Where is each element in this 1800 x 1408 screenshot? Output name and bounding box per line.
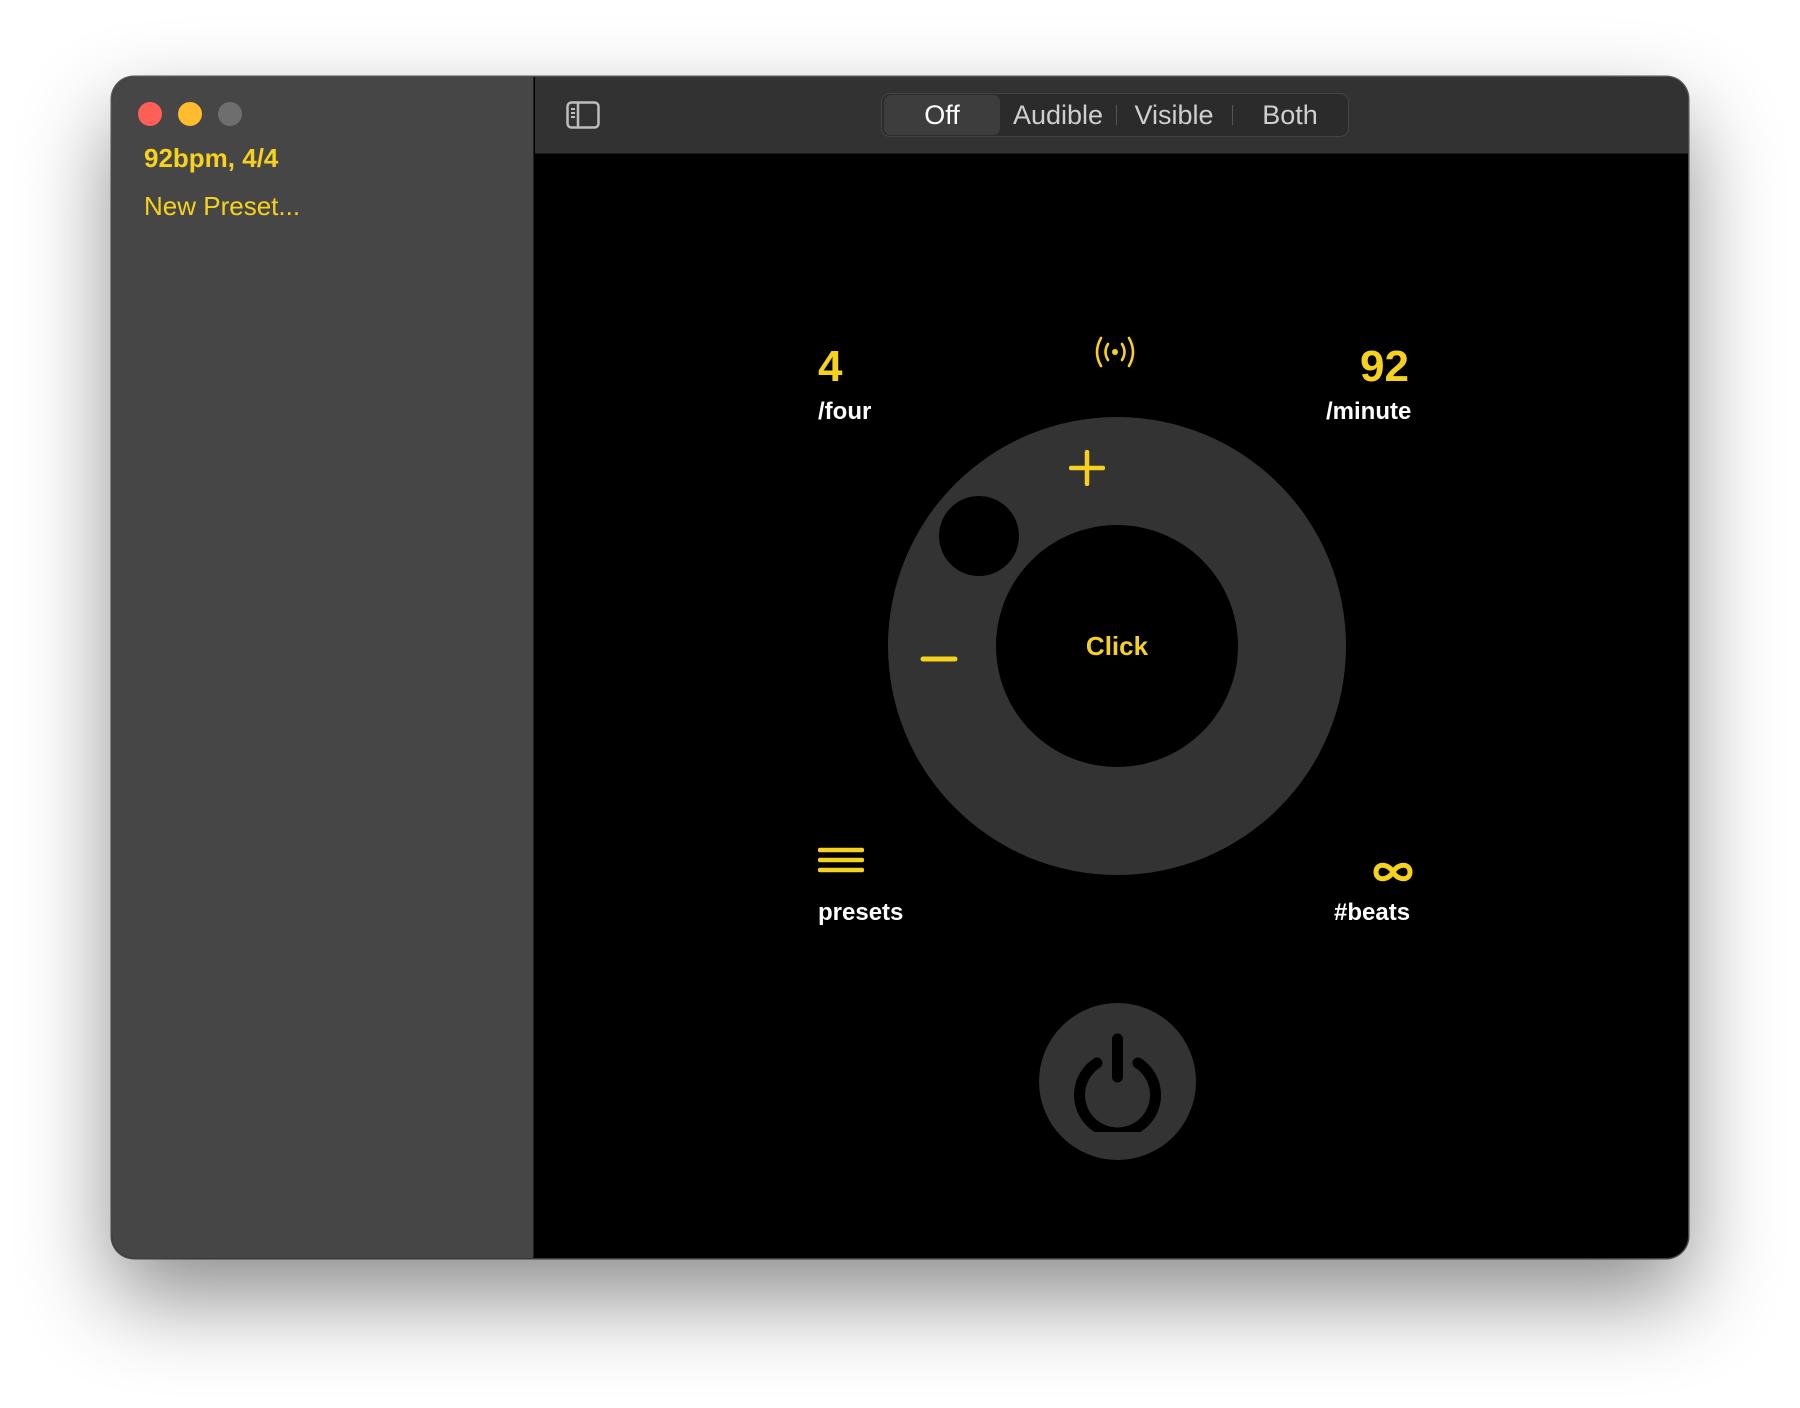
menu-icon[interactable] xyxy=(818,846,864,876)
mode-both-segment[interactable]: Both xyxy=(1232,95,1348,135)
presets-label[interactable]: presets xyxy=(818,899,903,927)
sidebar: 92bpm, 4/4 New Preset... xyxy=(112,77,534,1258)
beat-indicator xyxy=(939,496,1019,576)
sidebar-item-new-preset[interactable]: New Preset... xyxy=(144,191,300,222)
tempo-label: /minute xyxy=(1326,398,1412,425)
infinity-icon[interactable] xyxy=(1372,859,1414,885)
broadcast-icon[interactable] xyxy=(1090,334,1140,370)
power-button[interactable] xyxy=(1039,1003,1196,1160)
zoom-window-button[interactable] xyxy=(218,102,242,126)
sidebar-toggle-button[interactable] xyxy=(566,101,600,129)
mode-visible-segment[interactable]: Visible xyxy=(1116,95,1232,135)
power-icon xyxy=(1074,1033,1161,1132)
time-signature-value[interactable]: 4 xyxy=(818,342,842,392)
plus-icon[interactable] xyxy=(1069,450,1105,486)
click-button[interactable]: Click xyxy=(996,525,1238,767)
sidebar-item-current-preset[interactable]: 92bpm, 4/4 xyxy=(144,143,278,174)
beats-label[interactable]: #beats xyxy=(1334,899,1410,927)
minus-icon[interactable] xyxy=(920,652,958,666)
output-mode-segmented-control: Off Audible Visible Both xyxy=(881,93,1349,137)
mode-off-segment[interactable]: Off xyxy=(884,95,1000,135)
close-window-button[interactable] xyxy=(138,102,162,126)
toolbar: Off Audible Visible Both xyxy=(535,77,1688,154)
click-label: Click xyxy=(1085,630,1149,661)
time-signature-label: /four xyxy=(818,398,872,425)
tempo-value[interactable]: 92 xyxy=(1360,342,1409,392)
minimize-window-button[interactable] xyxy=(178,102,202,126)
sidebar-toggle-icon xyxy=(566,101,600,129)
mode-audible-segment[interactable]: Audible xyxy=(1000,95,1116,135)
